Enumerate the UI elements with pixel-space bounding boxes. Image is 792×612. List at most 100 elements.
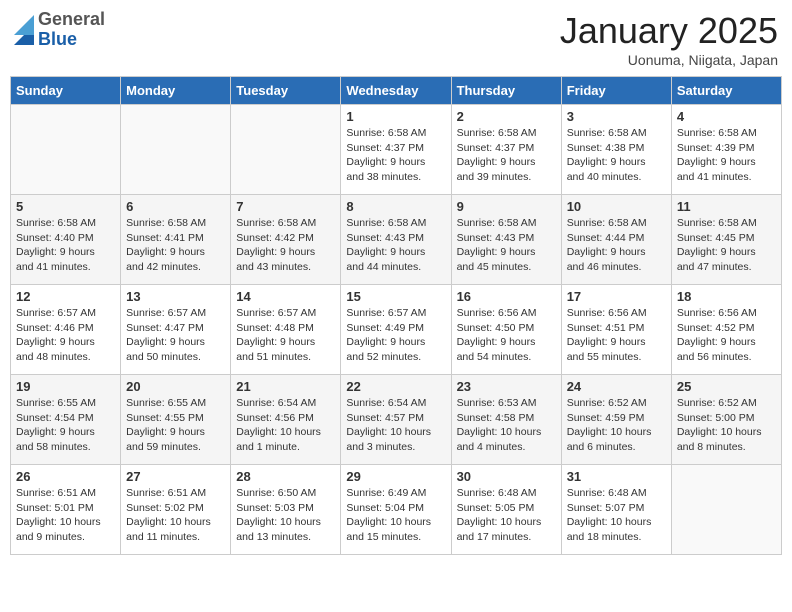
day-cell [11,105,121,195]
logo-general: General [38,10,105,30]
day-info: Sunrise: 6:54 AM Sunset: 4:56 PM Dayligh… [236,396,335,455]
day-number: 8 [346,199,445,214]
day-cell [121,105,231,195]
day-number: 26 [16,469,115,484]
day-info: Sunrise: 6:52 AM Sunset: 4:59 PM Dayligh… [567,396,666,455]
day-info: Sunrise: 6:49 AM Sunset: 5:04 PM Dayligh… [346,486,445,545]
day-info: Sunrise: 6:58 AM Sunset: 4:43 PM Dayligh… [346,216,445,275]
day-cell: 22 Sunrise: 6:54 AM Sunset: 4:57 PM Dayli… [341,375,451,465]
day-info: Sunrise: 6:57 AM Sunset: 4:47 PM Dayligh… [126,306,225,365]
day-number: 31 [567,469,666,484]
day-number: 3 [567,109,666,124]
calendar-subtitle: Uonuma, Niigata, Japan [560,52,778,68]
day-number: 19 [16,379,115,394]
day-info: Sunrise: 6:57 AM Sunset: 4:46 PM Dayligh… [16,306,115,365]
day-number: 29 [346,469,445,484]
day-number: 20 [126,379,225,394]
day-number: 15 [346,289,445,304]
day-number: 14 [236,289,335,304]
day-info: Sunrise: 6:56 AM Sunset: 4:51 PM Dayligh… [567,306,666,365]
day-cell: 26 Sunrise: 6:51 AM Sunset: 5:01 PM Dayli… [11,465,121,555]
day-info: Sunrise: 6:53 AM Sunset: 4:58 PM Dayligh… [457,396,556,455]
day-cell: 1 Sunrise: 6:58 AM Sunset: 4:37 PM Daylig… [341,105,451,195]
day-number: 23 [457,379,556,394]
day-cell: 12 Sunrise: 6:57 AM Sunset: 4:46 PM Dayli… [11,285,121,375]
day-info: Sunrise: 6:54 AM Sunset: 4:57 PM Dayligh… [346,396,445,455]
title-block: January 2025 Uonuma, Niigata, Japan [560,10,778,68]
day-info: Sunrise: 6:51 AM Sunset: 5:01 PM Dayligh… [16,486,115,545]
day-cell: 9 Sunrise: 6:58 AM Sunset: 4:43 PM Daylig… [451,195,561,285]
day-number: 13 [126,289,225,304]
day-info: Sunrise: 6:50 AM Sunset: 5:03 PM Dayligh… [236,486,335,545]
day-cell: 31 Sunrise: 6:48 AM Sunset: 5:07 PM Dayli… [561,465,671,555]
day-number: 16 [457,289,556,304]
day-number: 4 [677,109,776,124]
logo: General Blue [14,10,105,50]
day-info: Sunrise: 6:58 AM Sunset: 4:38 PM Dayligh… [567,126,666,185]
day-info: Sunrise: 6:58 AM Sunset: 4:44 PM Dayligh… [567,216,666,275]
weekday-header-thursday: Thursday [451,77,561,105]
weekday-header-tuesday: Tuesday [231,77,341,105]
day-number: 22 [346,379,445,394]
weekday-header-wednesday: Wednesday [341,77,451,105]
day-number: 30 [457,469,556,484]
day-number: 10 [567,199,666,214]
day-cell: 11 Sunrise: 6:58 AM Sunset: 4:45 PM Dayli… [671,195,781,285]
day-info: Sunrise: 6:48 AM Sunset: 5:05 PM Dayligh… [457,486,556,545]
day-info: Sunrise: 6:58 AM Sunset: 4:37 PM Dayligh… [346,126,445,185]
day-cell: 15Sunrise: 6:57 AM Sunset: 4:49 PM Dayli… [341,285,451,375]
day-info: Sunrise: 6:58 AM Sunset: 4:43 PM Dayligh… [457,216,556,275]
day-info: Sunrise: 6:58 AM Sunset: 4:45 PM Dayligh… [677,216,776,275]
weekday-header-sunday: Sunday [11,77,121,105]
day-cell: 4Sunrise: 6:58 AM Sunset: 4:39 PM Daylig… [671,105,781,195]
day-cell [231,105,341,195]
day-info: Sunrise: 6:55 AM Sunset: 4:55 PM Dayligh… [126,396,225,455]
day-info: Sunrise: 6:48 AM Sunset: 5:07 PM Dayligh… [567,486,666,545]
day-cell: 6Sunrise: 6:58 AM Sunset: 4:41 PM Daylig… [121,195,231,285]
day-number: 12 [16,289,115,304]
day-cell: 18Sunrise: 6:56 AM Sunset: 4:52 PM Dayli… [671,285,781,375]
logo-text: General Blue [38,10,105,50]
day-number: 1 [346,109,445,124]
day-info: Sunrise: 6:55 AM Sunset: 4:54 PM Dayligh… [16,396,115,455]
day-info: Sunrise: 6:58 AM Sunset: 4:40 PM Dayligh… [16,216,115,275]
week-row-3: 19 Sunrise: 6:55 AM Sunset: 4:54 PM Dayli… [11,375,782,465]
day-number: 6 [126,199,225,214]
calendar-table: SundayMondayTuesdayWednesdayThursdayFrid… [10,76,782,555]
day-cell: 8 Sunrise: 6:58 AM Sunset: 4:43 PM Daylig… [341,195,451,285]
day-info: Sunrise: 6:58 AM Sunset: 4:42 PM Dayligh… [236,216,335,275]
day-number: 11 [677,199,776,214]
day-cell: 5 Sunrise: 6:58 AM Sunset: 4:40 PM Daylig… [11,195,121,285]
day-cell: 10 Sunrise: 6:58 AM Sunset: 4:44 PM Dayli… [561,195,671,285]
day-cell: 13 Sunrise: 6:57 AM Sunset: 4:47 PM Dayli… [121,285,231,375]
weekday-header-friday: Friday [561,77,671,105]
logo-icon [14,15,34,45]
day-number: 28 [236,469,335,484]
day-info: Sunrise: 6:56 AM Sunset: 4:50 PM Dayligh… [457,306,556,365]
day-cell: 25Sunrise: 6:52 AM Sunset: 5:00 PM Dayli… [671,375,781,465]
day-cell: 20 Sunrise: 6:55 AM Sunset: 4:55 PM Dayli… [121,375,231,465]
day-number: 24 [567,379,666,394]
day-cell: 14 Sunrise: 6:57 AM Sunset: 4:48 PM Dayli… [231,285,341,375]
week-row-2: 12 Sunrise: 6:57 AM Sunset: 4:46 PM Dayli… [11,285,782,375]
week-row-1: 5 Sunrise: 6:58 AM Sunset: 4:40 PM Daylig… [11,195,782,285]
day-cell: 24 Sunrise: 6:52 AM Sunset: 4:59 PM Dayli… [561,375,671,465]
day-cell: 23 Sunrise: 6:53 AM Sunset: 4:58 PM Dayli… [451,375,561,465]
day-number: 2 [457,109,556,124]
weekday-header-monday: Monday [121,77,231,105]
weekday-header-row: SundayMondayTuesdayWednesdayThursdayFrid… [11,77,782,105]
day-number: 21 [236,379,335,394]
calendar-title: January 2025 [560,10,778,52]
day-cell: 2Sunrise: 6:58 AM Sunset: 4:37 PM Daylig… [451,105,561,195]
day-cell: 21 Sunrise: 6:54 AM Sunset: 4:56 PM Dayli… [231,375,341,465]
day-number: 27 [126,469,225,484]
day-info: Sunrise: 6:57 AM Sunset: 4:48 PM Dayligh… [236,306,335,365]
day-cell [671,465,781,555]
day-cell: 7Sunrise: 6:58 AM Sunset: 4:42 PM Daylig… [231,195,341,285]
day-number: 5 [16,199,115,214]
day-number: 25 [677,379,776,394]
day-cell: 28 Sunrise: 6:50 AM Sunset: 5:03 PM Dayli… [231,465,341,555]
day-number: 18 [677,289,776,304]
week-row-4: 26 Sunrise: 6:51 AM Sunset: 5:01 PM Dayli… [11,465,782,555]
day-number: 9 [457,199,556,214]
